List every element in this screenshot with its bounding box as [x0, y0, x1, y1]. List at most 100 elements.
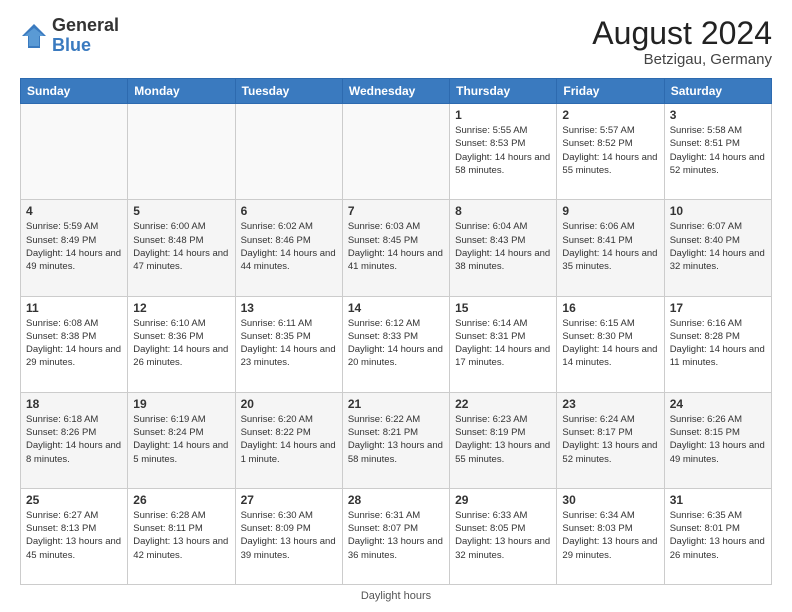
day-info: Sunrise: 6:34 AMSunset: 8:03 PMDaylight:…	[562, 509, 658, 562]
day-info: Sunrise: 6:20 AMSunset: 8:22 PMDaylight:…	[241, 413, 337, 466]
day-number: 9	[562, 204, 658, 218]
table-row: 27 Sunrise: 6:30 AMSunset: 8:09 PMDayligh…	[235, 488, 342, 584]
day-number: 20	[241, 397, 337, 411]
table-row: 20 Sunrise: 6:20 AMSunset: 8:22 PMDayligh…	[235, 392, 342, 488]
table-row: 21 Sunrise: 6:22 AMSunset: 8:21 PMDayligh…	[342, 392, 449, 488]
table-row: 13Sunrise: 6:11 AMSunset: 8:35 PMDayligh…	[235, 296, 342, 392]
day-number: 27	[241, 493, 337, 507]
day-number: 21	[348, 397, 444, 411]
table-row: 4 Sunrise: 5:59 AMSunset: 8:49 PMDaylight…	[21, 200, 128, 296]
day-number: 22	[455, 397, 551, 411]
day-number: 8	[455, 204, 551, 218]
logo-text: General Blue	[52, 16, 119, 56]
day-info: Sunrise: 5:55 AMSunset: 8:53 PMDaylight:…	[455, 124, 551, 177]
header: General Blue August 2024 Betzigau, Germa…	[20, 16, 772, 68]
logo: General Blue	[20, 16, 119, 56]
table-row: 14 Sunrise: 6:12 AMSunset: 8:33 PMDayligh…	[342, 296, 449, 392]
day-number: 7	[348, 204, 444, 218]
day-number: 11	[26, 301, 122, 315]
day-number: 19	[133, 397, 229, 411]
calendar-week-2: 4 Sunrise: 5:59 AMSunset: 8:49 PMDaylight…	[21, 200, 772, 296]
col-friday: Friday	[557, 79, 664, 104]
day-info: Sunrise: 5:59 AMSunset: 8:49 PMDaylight:…	[26, 220, 122, 273]
day-info: Sunrise: 6:02 AMSunset: 8:46 PMDaylight:…	[241, 220, 337, 273]
day-info: Sunrise: 6:18 AMSunset: 8:26 PMDaylight:…	[26, 413, 122, 466]
day-number: 6	[241, 204, 337, 218]
day-info: Sunrise: 6:07 AMSunset: 8:40 PMDaylight:…	[670, 220, 766, 273]
table-row: 23 Sunrise: 6:24 AMSunset: 8:17 PMDayligh…	[557, 392, 664, 488]
table-row: 15 Sunrise: 6:14 AMSunset: 8:31 PMDayligh…	[450, 296, 557, 392]
day-number: 26	[133, 493, 229, 507]
table-row: 16 Sunrise: 6:15 AMSunset: 8:30 PMDayligh…	[557, 296, 664, 392]
col-thursday: Thursday	[450, 79, 557, 104]
day-number: 16	[562, 301, 658, 315]
table-row: 18Sunrise: 6:18 AMSunset: 8:26 PMDayligh…	[21, 392, 128, 488]
table-row: 22 Sunrise: 6:23 AMSunset: 8:19 PMDayligh…	[450, 392, 557, 488]
day-number: 29	[455, 493, 551, 507]
table-row: 11Sunrise: 6:08 AMSunset: 8:38 PMDayligh…	[21, 296, 128, 392]
day-info: Sunrise: 6:28 AMSunset: 8:11 PMDaylight:…	[133, 509, 229, 562]
day-info: Sunrise: 6:22 AMSunset: 8:21 PMDaylight:…	[348, 413, 444, 466]
day-info: Sunrise: 6:12 AMSunset: 8:33 PMDaylight:…	[348, 317, 444, 370]
day-number: 4	[26, 204, 122, 218]
day-number: 14	[348, 301, 444, 315]
day-info: Sunrise: 6:30 AMSunset: 8:09 PMDaylight:…	[241, 509, 337, 562]
day-info: Sunrise: 6:33 AMSunset: 8:05 PMDaylight:…	[455, 509, 551, 562]
day-info: Sunrise: 6:31 AMSunset: 8:07 PMDaylight:…	[348, 509, 444, 562]
table-row: 1 Sunrise: 5:55 AMSunset: 8:53 PMDaylight…	[450, 104, 557, 200]
col-monday: Monday	[128, 79, 235, 104]
col-wednesday: Wednesday	[342, 79, 449, 104]
table-row: 29 Sunrise: 6:33 AMSunset: 8:05 PMDayligh…	[450, 488, 557, 584]
title-block: August 2024 Betzigau, Germany	[592, 16, 772, 68]
table-row: 3 Sunrise: 5:58 AMSunset: 8:51 PMDaylight…	[664, 104, 771, 200]
table-row: 10 Sunrise: 6:07 AMSunset: 8:40 PMDayligh…	[664, 200, 771, 296]
day-number: 15	[455, 301, 551, 315]
day-number: 1	[455, 108, 551, 122]
logo-blue: Blue	[52, 35, 91, 55]
table-row: 26 Sunrise: 6:28 AMSunset: 8:11 PMDayligh…	[128, 488, 235, 584]
table-row: 12 Sunrise: 6:10 AMSunset: 8:36 PMDayligh…	[128, 296, 235, 392]
table-row: 7Sunrise: 6:03 AMSunset: 8:45 PMDaylight…	[342, 200, 449, 296]
col-sunday: Sunday	[21, 79, 128, 104]
day-info: Sunrise: 6:15 AMSunset: 8:30 PMDaylight:…	[562, 317, 658, 370]
col-tuesday: Tuesday	[235, 79, 342, 104]
day-number: 25	[26, 493, 122, 507]
day-number: 24	[670, 397, 766, 411]
day-info: Sunrise: 6:06 AMSunset: 8:41 PMDaylight:…	[562, 220, 658, 273]
location: Betzigau, Germany	[592, 51, 772, 68]
day-info: Sunrise: 6:11 AMSunset: 8:35 PMDaylight:…	[241, 317, 337, 370]
day-number: 10	[670, 204, 766, 218]
day-info: Sunrise: 5:57 AMSunset: 8:52 PMDaylight:…	[562, 124, 658, 177]
day-info: Sunrise: 6:35 AMSunset: 8:01 PMDaylight:…	[670, 509, 766, 562]
table-row: 30 Sunrise: 6:34 AMSunset: 8:03 PMDayligh…	[557, 488, 664, 584]
day-info: Sunrise: 6:24 AMSunset: 8:17 PMDaylight:…	[562, 413, 658, 466]
day-number: 5	[133, 204, 229, 218]
col-saturday: Saturday	[664, 79, 771, 104]
table-row	[342, 104, 449, 200]
table-row: 31 Sunrise: 6:35 AMSunset: 8:01 PMDayligh…	[664, 488, 771, 584]
day-info: Sunrise: 6:04 AMSunset: 8:43 PMDaylight:…	[455, 220, 551, 273]
day-info: Sunrise: 6:27 AMSunset: 8:13 PMDaylight:…	[26, 509, 122, 562]
day-number: 30	[562, 493, 658, 507]
day-info: Sunrise: 6:26 AMSunset: 8:15 PMDaylight:…	[670, 413, 766, 466]
table-row: 25 Sunrise: 6:27 AMSunset: 8:13 PMDayligh…	[21, 488, 128, 584]
day-info: Sunrise: 5:58 AMSunset: 8:51 PMDaylight:…	[670, 124, 766, 177]
day-info: Sunrise: 6:16 AMSunset: 8:28 PMDaylight:…	[670, 317, 766, 370]
month-year: August 2024	[592, 16, 772, 51]
day-number: 17	[670, 301, 766, 315]
table-row: 9 Sunrise: 6:06 AMSunset: 8:41 PMDaylight…	[557, 200, 664, 296]
day-info: Sunrise: 6:10 AMSunset: 8:36 PMDaylight:…	[133, 317, 229, 370]
day-number: 23	[562, 397, 658, 411]
table-row: 17 Sunrise: 6:16 AMSunset: 8:28 PMDayligh…	[664, 296, 771, 392]
day-number: 28	[348, 493, 444, 507]
day-info: Sunrise: 6:14 AMSunset: 8:31 PMDaylight:…	[455, 317, 551, 370]
day-number: 31	[670, 493, 766, 507]
day-number: 3	[670, 108, 766, 122]
calendar-week-4: 18Sunrise: 6:18 AMSunset: 8:26 PMDayligh…	[21, 392, 772, 488]
day-info: Sunrise: 6:23 AMSunset: 8:19 PMDaylight:…	[455, 413, 551, 466]
day-info: Sunrise: 6:00 AMSunset: 8:48 PMDaylight:…	[133, 220, 229, 273]
table-row: 19Sunrise: 6:19 AMSunset: 8:24 PMDayligh…	[128, 392, 235, 488]
table-row	[235, 104, 342, 200]
day-number: 12	[133, 301, 229, 315]
calendar-week-3: 11Sunrise: 6:08 AMSunset: 8:38 PMDayligh…	[21, 296, 772, 392]
